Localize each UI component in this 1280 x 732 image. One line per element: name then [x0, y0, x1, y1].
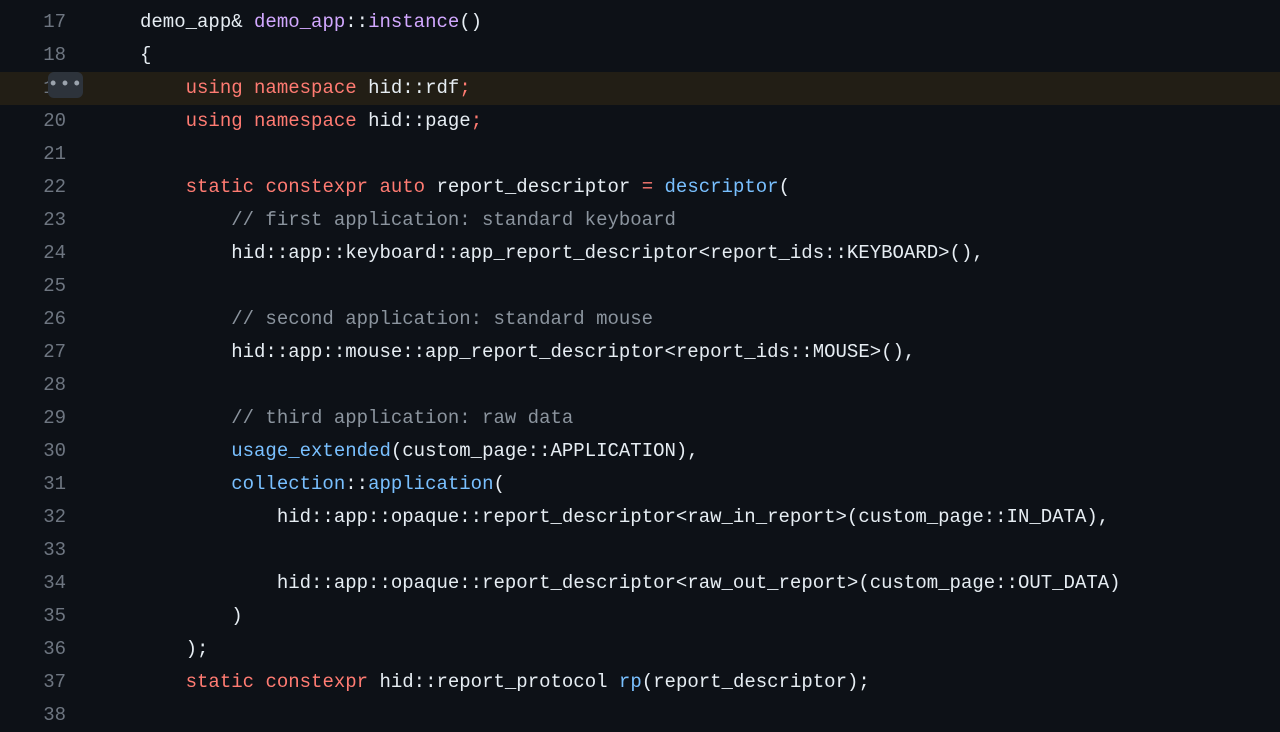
code-line[interactable]: 29 // third application: raw data: [0, 402, 1280, 435]
code-content[interactable]: hid::app::opaque::report_descriptor<raw_…: [90, 567, 1280, 600]
code-content[interactable]: // second application: standard mouse: [90, 303, 1280, 336]
line-number[interactable]: 28: [30, 369, 90, 402]
code-content[interactable]: static constexpr auto report_descriptor …: [90, 171, 1280, 204]
line-number[interactable]: 37: [30, 666, 90, 699]
code-line[interactable]: 20 using namespace hid::page;: [0, 105, 1280, 138]
line-number[interactable]: 25: [30, 270, 90, 303]
code-line[interactable]: 34 hid::app::opaque::report_descriptor<r…: [0, 567, 1280, 600]
code-line[interactable]: 18{: [0, 39, 1280, 72]
code-line[interactable]: 35 ): [0, 600, 1280, 633]
code-content[interactable]: );: [90, 633, 1280, 666]
line-number[interactable]: 23: [30, 204, 90, 237]
code-content[interactable]: demo_app& demo_app::instance(): [90, 6, 1280, 39]
line-number[interactable]: 21: [30, 138, 90, 171]
code-line[interactable]: 22 static constexpr auto report_descript…: [0, 171, 1280, 204]
line-number[interactable]: 29: [30, 402, 90, 435]
code-line[interactable]: 33: [0, 534, 1280, 567]
code-line[interactable]: 36 );: [0, 633, 1280, 666]
code-line[interactable]: 37 static constexpr hid::report_protocol…: [0, 666, 1280, 699]
code-line[interactable]: 32 hid::app::opaque::report_descriptor<r…: [0, 501, 1280, 534]
code-line[interactable]: 26 // second application: standard mouse: [0, 303, 1280, 336]
code-line[interactable]: 27 hid::app::mouse::app_report_descripto…: [0, 336, 1280, 369]
code-line[interactable]: 19 using namespace hid::rdf;: [0, 72, 1280, 105]
line-number[interactable]: 32: [30, 501, 90, 534]
code-line[interactable]: 28: [0, 369, 1280, 402]
code-content[interactable]: hid::app::opaque::report_descriptor<raw_…: [90, 501, 1280, 534]
code-content[interactable]: static constexpr hid::report_protocol rp…: [90, 666, 1280, 699]
code-content[interactable]: {: [90, 39, 1280, 72]
code-line[interactable]: 24 hid::app::keyboard::app_report_descri…: [0, 237, 1280, 270]
line-number[interactable]: 30: [30, 435, 90, 468]
code-line[interactable]: 38: [0, 699, 1280, 732]
code-content[interactable]: // third application: raw data: [90, 402, 1280, 435]
line-number[interactable]: 34: [30, 567, 90, 600]
code-content[interactable]: hid::app::keyboard::app_report_descripto…: [90, 237, 1280, 270]
code-content[interactable]: // first application: standard keyboard: [90, 204, 1280, 237]
line-number[interactable]: 27: [30, 336, 90, 369]
line-number[interactable]: 33: [30, 534, 90, 567]
code-editor[interactable]: ••• 17demo_app& demo_app::instance()18{1…: [0, 0, 1280, 720]
code-line[interactable]: 17demo_app& demo_app::instance(): [0, 6, 1280, 39]
code-line[interactable]: 23 // first application: standard keyboa…: [0, 204, 1280, 237]
line-number[interactable]: 22: [30, 171, 90, 204]
line-number[interactable]: 26: [30, 303, 90, 336]
line-number[interactable]: 35: [30, 600, 90, 633]
line-number[interactable]: 38: [30, 699, 90, 732]
code-content[interactable]: using namespace hid::page;: [90, 105, 1280, 138]
more-actions-button[interactable]: •••: [48, 72, 83, 98]
line-number[interactable]: 24: [30, 237, 90, 270]
code-line[interactable]: 30 usage_extended(custom_page::APPLICATI…: [0, 435, 1280, 468]
line-number[interactable]: 36: [30, 633, 90, 666]
code-line[interactable]: 31 collection::application(: [0, 468, 1280, 501]
code-content[interactable]: hid::app::mouse::app_report_descriptor<r…: [90, 336, 1280, 369]
code-content[interactable]: using namespace hid::rdf;: [90, 72, 1280, 105]
code-content[interactable]: collection::application(: [90, 468, 1280, 501]
line-number[interactable]: 18: [30, 39, 90, 72]
line-number[interactable]: 17: [30, 6, 90, 39]
code-content[interactable]: ): [90, 600, 1280, 633]
code-line[interactable]: 25: [0, 270, 1280, 303]
line-number[interactable]: 20: [30, 105, 90, 138]
code-line[interactable]: 21: [0, 138, 1280, 171]
code-content[interactable]: usage_extended(custom_page::APPLICATION)…: [90, 435, 1280, 468]
line-number[interactable]: 31: [30, 468, 90, 501]
